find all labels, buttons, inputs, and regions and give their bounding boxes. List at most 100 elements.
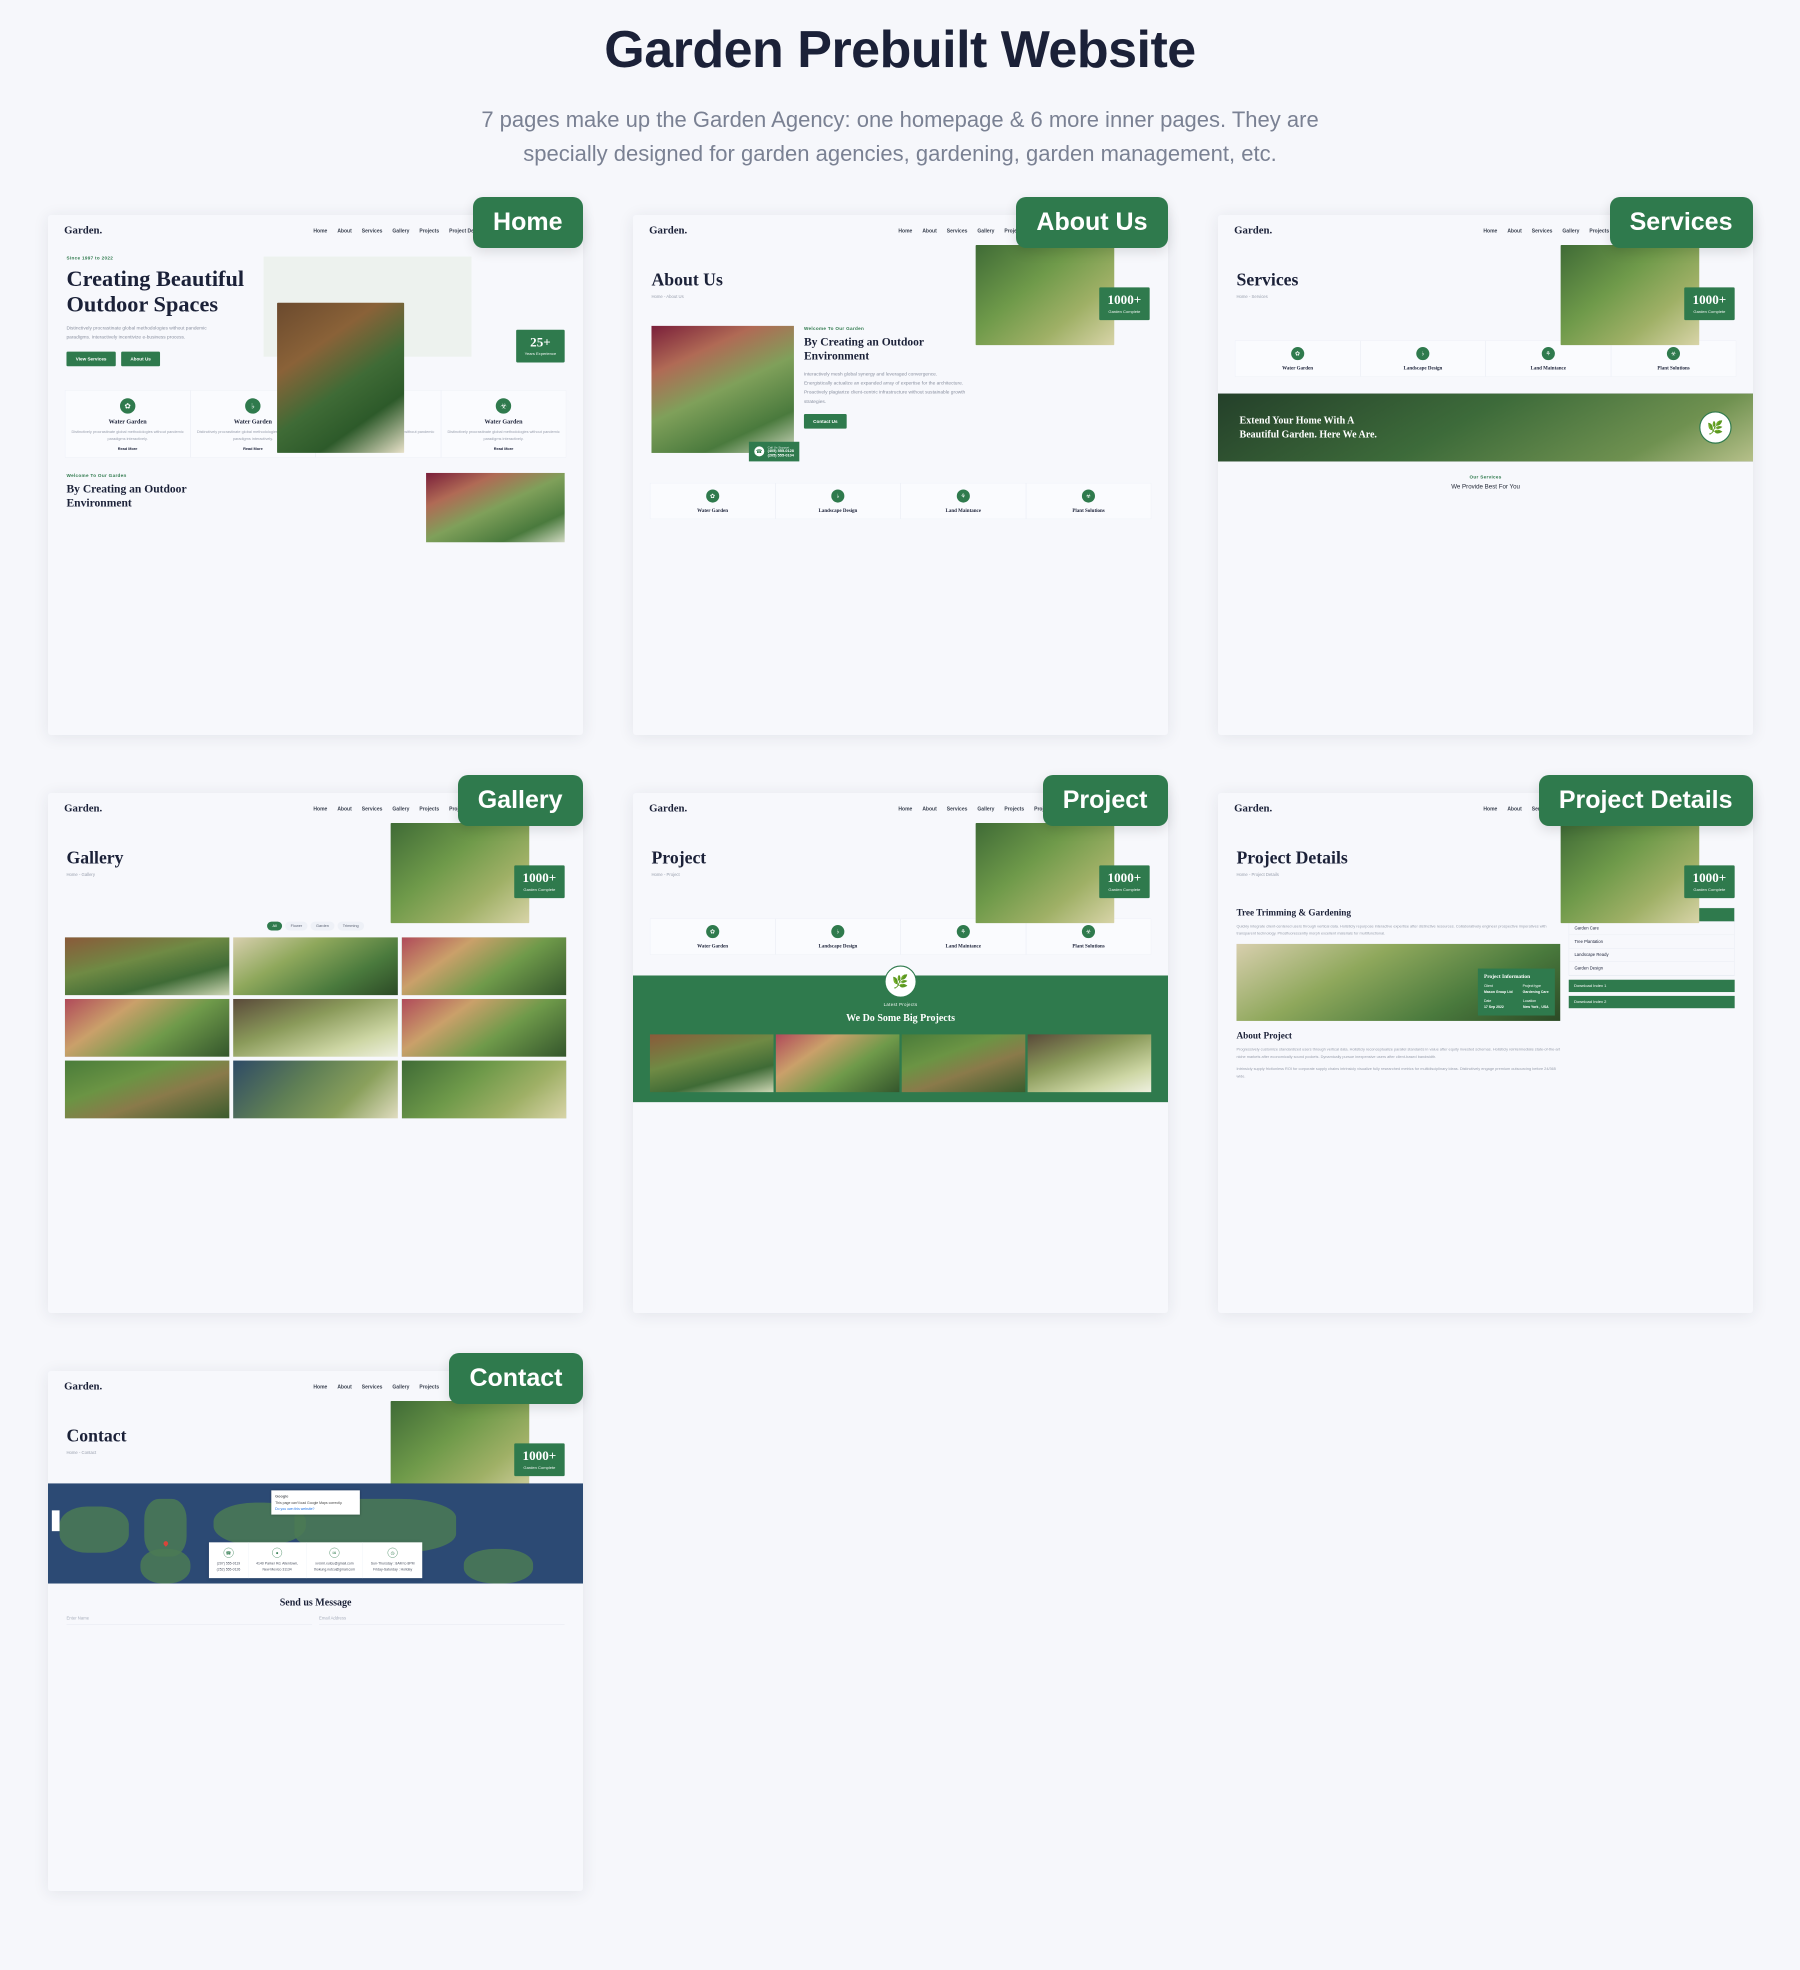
services-row[interactable]: ✿ Water Garden ♭ Landscape Design ⚘ Land… [633,470,1168,520]
nav-link-gallery[interactable]: Gallery [392,806,409,812]
template-card-gallery[interactable]: Gallery Garden. Home About Services Gall… [47,775,583,1314]
contact-form-row[interactable]: Enter Name Email Address [48,1608,583,1625]
nav-link-services[interactable]: Services [946,228,967,234]
map-embed[interactable]: Google This page can't load Google Maps … [47,1483,583,1584]
category-item-garden-care[interactable]: Garden Care [1568,922,1734,936]
phone-2[interactable]: (205) 555-0104 [767,454,793,458]
service-readmore[interactable]: Read More [70,447,184,451]
gallery-item[interactable] [232,1060,398,1119]
contact-item-address[interactable]: ● 4140 Parker Rd. Allentown, New Mexico … [248,1542,306,1579]
nav-link-about[interactable]: About [337,806,351,812]
about-contact-button[interactable]: Contact Us [803,414,847,429]
category-item-tree-plantation[interactable]: Tree Plantation [1568,935,1734,949]
service-readmore[interactable]: Read More [446,447,560,451]
screenshot-contact[interactable]: Garden. Home About Services Gallery Proj… [47,1371,583,1892]
template-card-contact[interactable]: Contact Garden. Home About Services Gall… [47,1353,583,1892]
screenshot-about[interactable]: Garden. Home About Services Gallery Proj… [632,215,1168,736]
map-notice-link[interactable]: Do you own this website? [275,1507,356,1511]
nav-link-gallery[interactable]: Gallery [977,806,994,812]
screenshot-services[interactable]: Garden. Home About Services Gallery Proj… [1217,215,1753,736]
service-card[interactable]: ♭ Landscape Design [774,918,901,955]
logo[interactable]: Garden. [649,225,687,237]
nav-link-projects[interactable]: Projects [419,1384,439,1390]
nav-link-gallery[interactable]: Gallery [392,1384,409,1390]
nav-link-services[interactable]: Services [946,806,967,812]
nav-link-gallery[interactable]: Gallery [977,228,994,234]
service-card[interactable]: ✿ Water Garden [649,918,775,955]
service-card[interactable]: ☣ Water Garden Distinctively procrastina… [440,390,566,459]
template-card-services[interactable]: Services Garden. Home About Services Gal… [1217,197,1753,736]
nav-link-projects[interactable]: Projects [1589,228,1609,234]
project-thumb[interactable] [1027,1034,1151,1093]
logo[interactable]: Garden. [649,803,687,815]
template-card-home[interactable]: Home Garden. Home About Services Gallery… [47,197,583,736]
nav-link-services[interactable]: Services [361,1384,382,1390]
service-card[interactable]: ✿ Water Garden [1234,340,1360,377]
about-us-button[interactable]: About Us [120,352,160,367]
category-item-garden-design[interactable]: Garden Design [1568,962,1734,976]
nav-link-about[interactable]: About [337,1384,351,1390]
category-item-landscape-ready[interactable]: Landscape Ready [1568,949,1734,963]
service-card[interactable]: ⚘ Land Maintance [1485,340,1611,377]
gallery-tab-flower[interactable]: Flower [284,921,308,931]
gallery-tab-trimming[interactable]: Trimming [336,921,364,931]
nav-link-home[interactable]: Home [313,1384,327,1390]
nav-link-projects[interactable]: Projects [419,228,439,234]
nav-link-about[interactable]: About [922,806,936,812]
nav-link-home[interactable]: Home [898,806,912,812]
logo[interactable]: Garden. [1234,225,1272,237]
screenshot-home[interactable]: Garden. Home About Services Gallery Proj… [47,215,583,736]
nav-link-home[interactable]: Home [313,228,327,234]
service-card[interactable]: ☣ Plant Solutions [1610,340,1736,377]
gallery-tab-all[interactable]: All [266,921,282,931]
project-details-sidebar[interactable]: Tree Trimming Garden Care Tree Plantatio… [1568,907,1735,1081]
nav-link-home[interactable]: Home [313,806,327,812]
view-services-button[interactable]: View Services [65,352,116,367]
project-thumb[interactable] [775,1034,899,1093]
template-card-about[interactable]: About Us Garden. Home About Services Gal… [632,197,1168,736]
download-index-2-button[interactable]: Download Index 2 [1568,996,1735,1009]
nav-link-projects[interactable]: Projects [419,806,439,812]
service-card[interactable]: ✿ Water Garden Distinctively procrastina… [64,390,190,459]
contact-item-hours[interactable]: ◷ Sun-Thursday : 8AM to 8PM Friday-Satur… [363,1543,422,1579]
nav-link-about[interactable]: About [1507,228,1521,234]
nav-link-gallery[interactable]: Gallery [392,228,409,234]
nav-link-about[interactable]: About [922,228,936,234]
template-card-project-details[interactable]: Project Details Garden. Home About Servi… [1217,775,1753,1314]
service-card[interactable]: ♭ Landscape Design [1359,340,1486,377]
gallery-item[interactable] [401,1060,566,1119]
contact-item-phone[interactable]: ☎ (207) 555-0119 (252) 555-0126 [208,1542,248,1579]
logo[interactable]: Garden. [64,225,102,237]
nav-link-projects[interactable]: Projects [1004,806,1024,812]
gallery-item[interactable] [64,1060,229,1119]
project-thumb[interactable] [649,1034,774,1093]
template-card-project[interactable]: Project Garden. Home About Services Gall… [632,775,1168,1314]
service-card[interactable]: ☣ Plant Solutions [1025,918,1151,955]
gallery-item[interactable] [401,937,566,996]
nav-link-about[interactable]: About [337,228,351,234]
service-card[interactable]: ✿ Water Garden [649,483,775,520]
gallery-item[interactable] [232,937,398,996]
logo[interactable]: Garden. [64,803,102,815]
map-zoom-controls[interactable] [51,1510,60,1532]
nav-link-about[interactable]: About [1507,806,1521,812]
nav-link-services[interactable]: Services [1531,228,1552,234]
gallery-item[interactable] [232,999,398,1057]
service-card[interactable]: ⚘ Land Maintance [900,483,1026,520]
project-thumb[interactable] [901,1034,1025,1093]
gallery-item[interactable] [64,999,229,1057]
service-card[interactable]: ☣ Plant Solutions [1025,483,1151,520]
gallery-tab-garden[interactable]: Garden [310,921,334,931]
logo[interactable]: Garden. [64,1381,102,1393]
nav-link-gallery[interactable]: Gallery [1562,228,1579,234]
gallery-item[interactable] [401,999,566,1057]
name-field[interactable]: Enter Name [65,1616,312,1625]
screenshot-gallery[interactable]: Garden. Home About Services Gallery Proj… [47,793,583,1314]
contact-item-email[interactable]: ✉ xvi.inri.xutcu@gmail.com thokung.nutcu… [306,1542,363,1579]
nav-link-services[interactable]: Services [361,228,382,234]
gallery-grid[interactable] [48,931,583,1119]
logo[interactable]: Garden. [1234,803,1272,815]
screenshot-project[interactable]: Garden. Home About Services Gallery Proj… [632,793,1168,1314]
nav-link-home[interactable]: Home [898,228,912,234]
gallery-item[interactable] [64,937,229,996]
